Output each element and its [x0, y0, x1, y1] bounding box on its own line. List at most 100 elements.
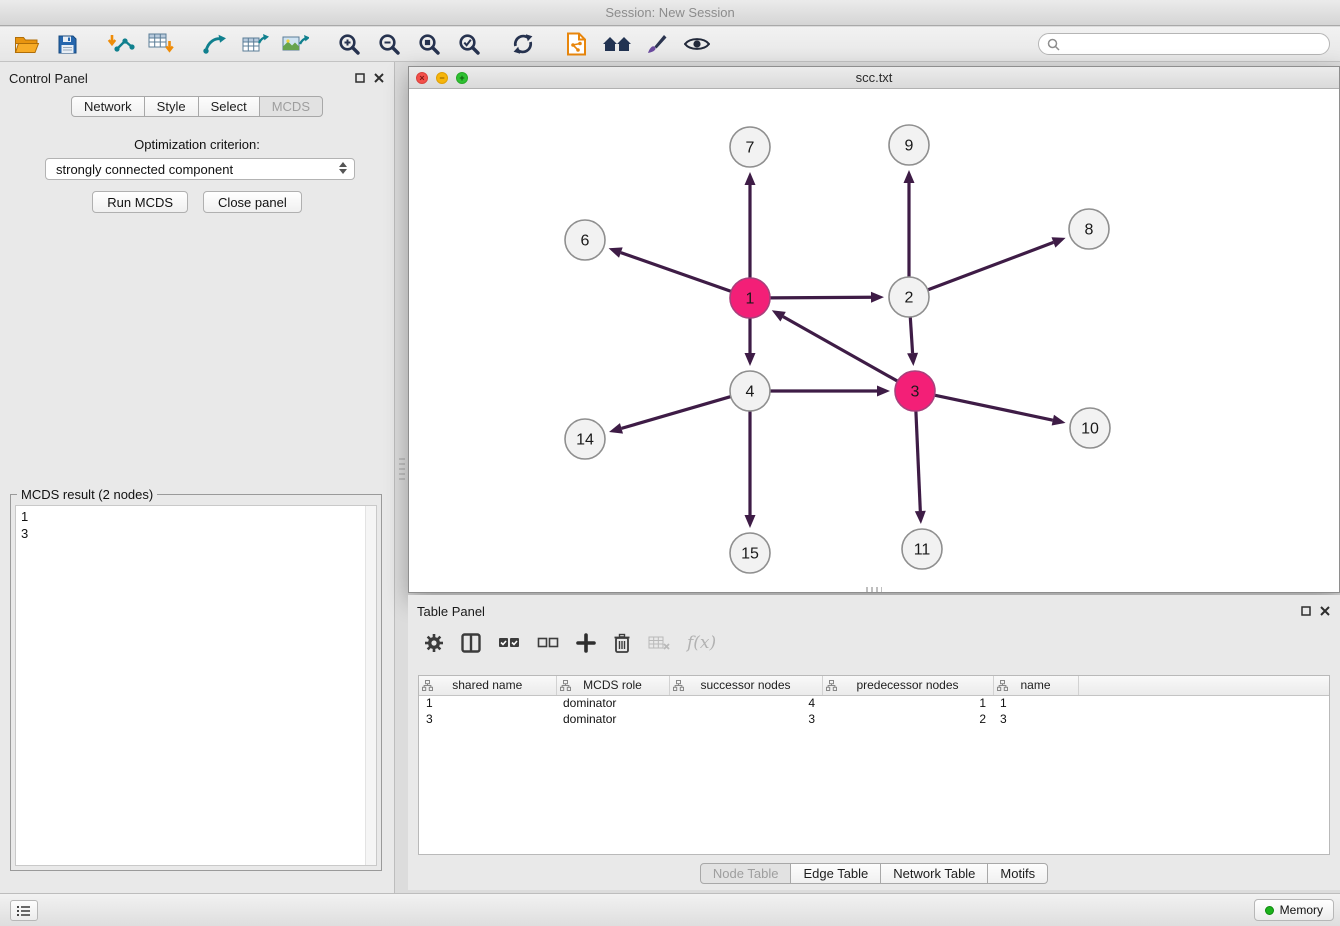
window-splitter-grip[interactable] — [866, 587, 882, 592]
search-box[interactable] — [1038, 33, 1330, 55]
graph-edge-4-3[interactable] — [770, 386, 890, 397]
table-cell[interactable]: dominator — [556, 695, 669, 711]
graph-edge-2-9[interactable] — [904, 170, 915, 277]
export-network-icon — [202, 33, 228, 55]
graph-node-10[interactable]: 10 — [1070, 408, 1110, 448]
graph-edge-2-8[interactable] — [928, 237, 1066, 290]
zoom-fit-button[interactable] — [412, 29, 446, 59]
save-session-button[interactable] — [50, 29, 84, 59]
graph-node-15[interactable]: 15 — [730, 533, 770, 573]
graph-edge-1-2[interactable] — [770, 292, 884, 303]
table-cell[interactable]: 2 — [822, 711, 993, 727]
graph-edge-4-14[interactable] — [609, 397, 731, 434]
deselect-all-checkboxes-icon — [537, 636, 559, 650]
deselect-all-button[interactable] — [537, 636, 559, 650]
close-panel-icon[interactable] — [1320, 606, 1330, 616]
graph-node-11[interactable]: 11 — [902, 529, 942, 569]
import-network-button[interactable] — [104, 29, 138, 59]
open-session-button[interactable] — [10, 29, 44, 59]
zoom-window-button[interactable]: + — [456, 72, 468, 84]
graph-node-9[interactable]: 9 — [889, 125, 929, 165]
table-cell[interactable]: 3 — [419, 711, 556, 727]
network-canvas[interactable]: 7 9 6 8 1 2 4 3 14 10 15 11 — [409, 89, 1339, 592]
refresh-button[interactable] — [506, 29, 540, 59]
graph-node-7[interactable]: 7 — [730, 127, 770, 167]
memory-button[interactable]: Memory — [1254, 899, 1334, 921]
import-table-button[interactable] — [144, 29, 178, 59]
refresh-icon — [511, 32, 535, 56]
graph-edge-4-15[interactable] — [745, 411, 756, 528]
cp-tab-network[interactable]: Network — [71, 96, 145, 117]
result-scrollbar[interactable] — [365, 506, 376, 865]
close-panel-icon[interactable] — [374, 73, 384, 83]
table-cell[interactable]: 3 — [669, 711, 822, 727]
table-cell[interactable]: 3 — [993, 711, 1078, 727]
graph-edge-3-10[interactable] — [935, 395, 1066, 425]
select-all-checkboxes-icon — [498, 636, 520, 650]
graph-edge-1-4[interactable] — [745, 318, 756, 366]
graph-node-14[interactable]: 14 — [565, 419, 605, 459]
cp-tab-select[interactable]: Select — [198, 96, 260, 117]
zoom-selected-button[interactable] — [452, 29, 486, 59]
paint-style-button[interactable] — [640, 29, 674, 59]
export-table-button[interactable] — [238, 29, 272, 59]
table-row[interactable]: 1dominator411 — [419, 695, 1329, 711]
toolbar-separator — [318, 44, 332, 45]
graph-node-8[interactable]: 8 — [1069, 209, 1109, 249]
first-neighbors-button[interactable] — [600, 29, 634, 59]
panel-splitter-grip[interactable] — [399, 458, 405, 482]
zoom-selected-icon — [458, 33, 480, 55]
table-settings-button[interactable] — [424, 633, 444, 653]
select-all-button[interactable] — [498, 636, 520, 650]
graph-node-3[interactable]: 3 — [895, 371, 935, 411]
network-window-titlebar[interactable]: × − + scc.txt — [409, 67, 1339, 89]
tp-tab-network-table[interactable]: Network Table — [880, 863, 988, 884]
close-window-button[interactable]: × — [416, 72, 428, 84]
export-network-button[interactable] — [198, 29, 232, 59]
table-cell[interactable]: 4 — [669, 695, 822, 711]
window-title: Session: New Session — [605, 5, 734, 20]
graph-node-1[interactable]: 1 — [730, 278, 770, 318]
graph-edge-3-1[interactable] — [772, 310, 898, 381]
tp-tab-edge-table[interactable]: Edge Table — [790, 863, 881, 884]
toolbar-separator — [184, 44, 198, 45]
show-hide-button[interactable] — [680, 29, 714, 59]
column-header-predecessor-nodes[interactable]: predecessor nodes — [822, 676, 993, 695]
column-header-shared-name[interactable]: shared name — [419, 676, 556, 695]
tp-tab-motifs[interactable]: Motifs — [987, 863, 1048, 884]
graph-edge-1-6[interactable] — [609, 247, 732, 291]
table-cell[interactable]: 1 — [993, 695, 1078, 711]
network-document-button[interactable] — [560, 29, 594, 59]
graph-node-2[interactable]: 2 — [889, 277, 929, 317]
float-panel-icon[interactable] — [355, 73, 365, 83]
table-row[interactable]: 3dominator323 — [419, 711, 1329, 727]
trash-icon — [613, 633, 631, 653]
graph-edge-1-7[interactable] — [745, 172, 756, 278]
graph-edge-3-11[interactable] — [915, 411, 926, 524]
table-cell[interactable]: 1 — [419, 695, 556, 711]
column-header-successor-nodes[interactable]: successor nodes — [669, 676, 822, 695]
cp-tab-mcds[interactable]: MCDS — [259, 96, 323, 117]
show-columns-button[interactable] — [461, 633, 481, 653]
minimize-window-button[interactable]: − — [436, 72, 448, 84]
table-cell[interactable]: dominator — [556, 711, 669, 727]
column-header-name[interactable]: name — [993, 676, 1078, 695]
task-history-button[interactable] — [10, 900, 38, 921]
criterion-dropdown[interactable]: strongly connected component — [45, 158, 355, 180]
column-header-MCDS-role[interactable]: MCDS role — [556, 676, 669, 695]
search-input[interactable] — [1065, 37, 1321, 52]
cp-tab-style[interactable]: Style — [144, 96, 199, 117]
float-panel-icon[interactable] — [1301, 606, 1311, 616]
run-mcds-button[interactable]: Run MCDS — [92, 191, 188, 213]
tp-tab-node-table[interactable]: Node Table — [700, 863, 792, 884]
export-image-button[interactable] — [278, 29, 312, 59]
zoom-in-button[interactable] — [332, 29, 366, 59]
graph-node-6[interactable]: 6 — [565, 220, 605, 260]
table-cell[interactable]: 1 — [822, 695, 993, 711]
add-column-button[interactable] — [576, 633, 596, 653]
zoom-out-button[interactable] — [372, 29, 406, 59]
graph-edge-2-3[interactable] — [907, 317, 918, 366]
close-panel-button[interactable]: Close panel — [203, 191, 302, 213]
graph-node-4[interactable]: 4 — [730, 371, 770, 411]
delete-button[interactable] — [613, 633, 631, 653]
